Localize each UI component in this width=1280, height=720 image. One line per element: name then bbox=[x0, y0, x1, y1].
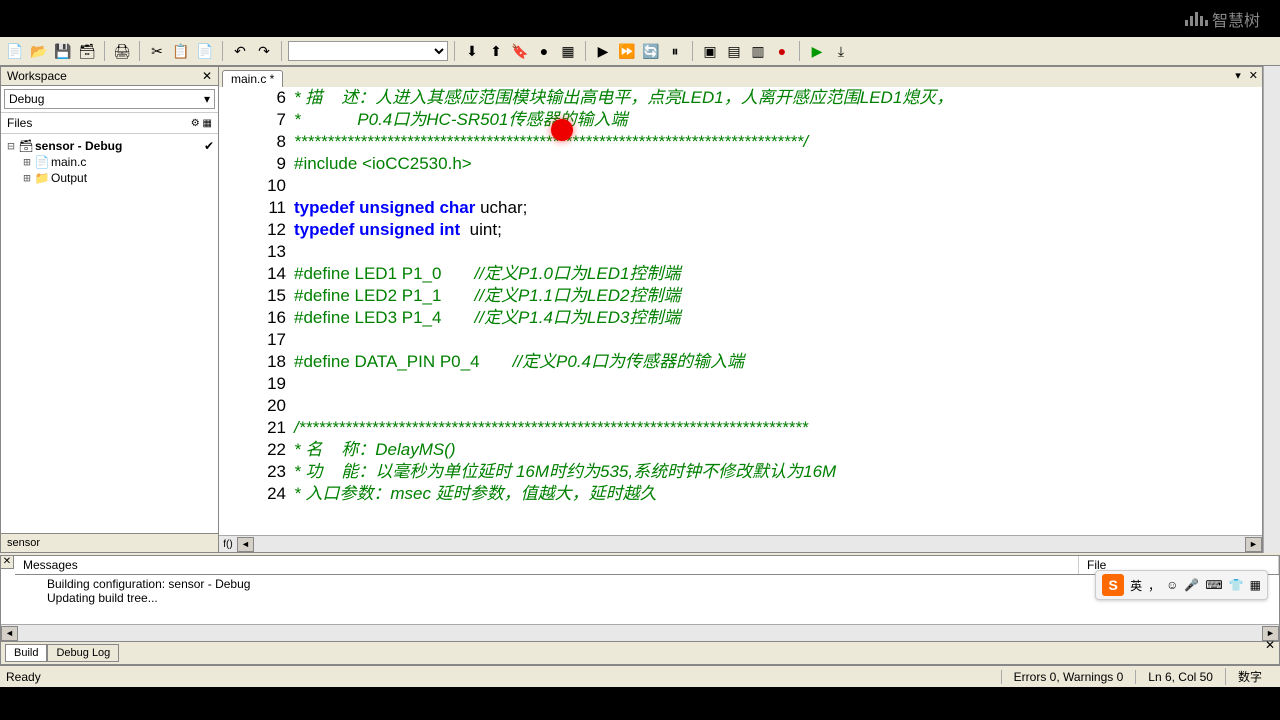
find-next-button[interactable]: ⬇ bbox=[461, 40, 483, 62]
tab-close-button[interactable]: ✕ bbox=[1249, 69, 1258, 82]
workspace-panel: Workspace ✕ Debug▾ Files ⚙ ▦ ⊟🗃sensor - D… bbox=[0, 66, 219, 553]
config-combo[interactable]: Debug▾ bbox=[4, 89, 215, 109]
save-all-button[interactable]: 🗃 bbox=[76, 40, 98, 62]
open-button[interactable]: 📂 bbox=[28, 40, 50, 62]
status-position: Ln 6, Col 50 bbox=[1135, 670, 1225, 684]
ime-toolbar[interactable]: S 英 ， ☺ 🎤 ⌨ 👕 ▦ bbox=[1095, 570, 1268, 600]
debug-download-button[interactable]: ⤓ bbox=[830, 40, 852, 62]
ime-punct-icon[interactable]: ， bbox=[1148, 577, 1160, 594]
logo-text: 智慧树 bbox=[1212, 7, 1260, 31]
sogou-icon[interactable]: S bbox=[1102, 574, 1124, 596]
messages-column: Messages bbox=[15, 556, 1079, 574]
build-close-button[interactable]: ✕ bbox=[0, 555, 14, 569]
logo: 智慧树 bbox=[1185, 7, 1260, 31]
print-button[interactable]: 🖨 bbox=[111, 40, 133, 62]
toolbar: 📄 📂 💾 🗃 🖨 ✂ 📋 📄 ↶ ↷ ⬇ ⬆ 🔖 ● ▦ ▶ ⏩ 🔄 ⏸ ▣ … bbox=[0, 37, 1280, 66]
paste-button[interactable]: 📄 bbox=[194, 40, 216, 62]
editor-tab[interactable]: main.c * bbox=[222, 70, 283, 87]
files-header: Files bbox=[7, 116, 32, 130]
ime-emoji-icon[interactable]: ☺ bbox=[1166, 578, 1178, 592]
goto-button[interactable]: ▦ bbox=[557, 40, 579, 62]
redo-button[interactable]: ↷ bbox=[253, 40, 275, 62]
bookmark-button[interactable]: 🔖 bbox=[509, 40, 531, 62]
download-button[interactable]: ▶ bbox=[806, 40, 828, 62]
editor-v-scrollbar[interactable] bbox=[1263, 66, 1280, 553]
tree-root[interactable]: ⊟🗃sensor - Debug✔ bbox=[5, 138, 214, 154]
video-topbar: 智慧树 bbox=[0, 0, 1280, 37]
ide-window: 📄 📂 💾 🗃 🖨 ✂ 📋 📄 ↶ ↷ ⬇ ⬆ 🔖 ● ▦ ▶ ⏩ 🔄 ⏸ ▣ … bbox=[0, 37, 1280, 687]
ime-tools-icon[interactable]: ▦ bbox=[1250, 578, 1261, 592]
copy-button[interactable]: 📋 bbox=[170, 40, 192, 62]
video-bottombar bbox=[0, 687, 1280, 720]
debug-btn3[interactable]: ▥ bbox=[747, 40, 769, 62]
save-button[interactable]: 💾 bbox=[52, 40, 74, 62]
tab-dropdown-icon[interactable]: ▾ bbox=[1235, 69, 1241, 82]
build-line: Updating build tree... bbox=[47, 591, 1233, 605]
stop-build-button[interactable]: ⏸ bbox=[664, 40, 686, 62]
build-panel: ✕ Messages File Building configuration: … bbox=[0, 555, 1280, 665]
tree-item-output[interactable]: ⊞📁Output bbox=[5, 170, 214, 186]
ime-voice-icon[interactable]: 🎤 bbox=[1184, 578, 1199, 592]
build-messages[interactable]: Building configuration: sensor - Debug U… bbox=[1, 575, 1279, 624]
status-bar: Ready Errors 0, Warnings 0 Ln 6, Col 50 … bbox=[0, 665, 1280, 687]
debug-log-tab[interactable]: Debug Log bbox=[47, 644, 119, 662]
editor-h-scrollbar[interactable]: f() ◄► bbox=[219, 535, 1262, 552]
workspace-close-button[interactable]: ✕ bbox=[202, 69, 212, 83]
debug-btn1[interactable]: ▣ bbox=[699, 40, 721, 62]
ime-lang[interactable]: 英 bbox=[1130, 577, 1142, 594]
workspace-title: Workspace bbox=[7, 69, 67, 83]
make-button[interactable]: ⏩ bbox=[616, 40, 638, 62]
cut-button[interactable]: ✂ bbox=[146, 40, 168, 62]
undo-button[interactable]: ↶ bbox=[229, 40, 251, 62]
file-tree[interactable]: ⊟🗃sensor - Debug✔ ⊞📄main.c ⊞📁Output bbox=[1, 134, 218, 533]
status-ready: Ready bbox=[6, 670, 1001, 684]
tree-item-main[interactable]: ⊞📄main.c bbox=[5, 154, 214, 170]
toggle-bp-button[interactable]: ● bbox=[533, 40, 555, 62]
workspace-tab[interactable]: sensor bbox=[1, 533, 218, 552]
compile-button[interactable]: ▶ bbox=[592, 40, 614, 62]
rebuild-button[interactable]: 🔄 bbox=[640, 40, 662, 62]
cursor-highlight-icon bbox=[551, 119, 573, 141]
files-config-icons[interactable]: ⚙ ▦ bbox=[191, 118, 212, 129]
build-line: Building configuration: sensor - Debug bbox=[47, 577, 1233, 591]
build-h-scrollbar[interactable]: ◄► bbox=[1, 624, 1279, 641]
status-errors: Errors 0, Warnings 0 bbox=[1001, 670, 1136, 684]
debug-btn2[interactable]: ▤ bbox=[723, 40, 745, 62]
code-editor[interactable]: 6* 描 述：人进入其感应范围模块输出高电平，点亮LED1，人离开感应范围LED… bbox=[219, 87, 1262, 535]
breakpoint-button[interactable]: ● bbox=[771, 40, 793, 62]
build-tab[interactable]: Build bbox=[5, 644, 47, 662]
ime-skin-icon[interactable]: 👕 bbox=[1229, 578, 1244, 592]
editor-panel: main.c * ▾ ✕ 6* 描 述：人进入其感应范围模块输出高电平，点亮LED… bbox=[219, 66, 1263, 553]
find-prev-button[interactable]: ⬆ bbox=[485, 40, 507, 62]
build-panel-close-icon[interactable]: ✕ bbox=[1265, 638, 1275, 652]
search-combo[interactable] bbox=[288, 41, 448, 61]
status-mode: 数字 bbox=[1225, 668, 1274, 685]
ime-keyboard-icon[interactable]: ⌨ bbox=[1205, 578, 1222, 592]
new-file-button[interactable]: 📄 bbox=[4, 40, 26, 62]
